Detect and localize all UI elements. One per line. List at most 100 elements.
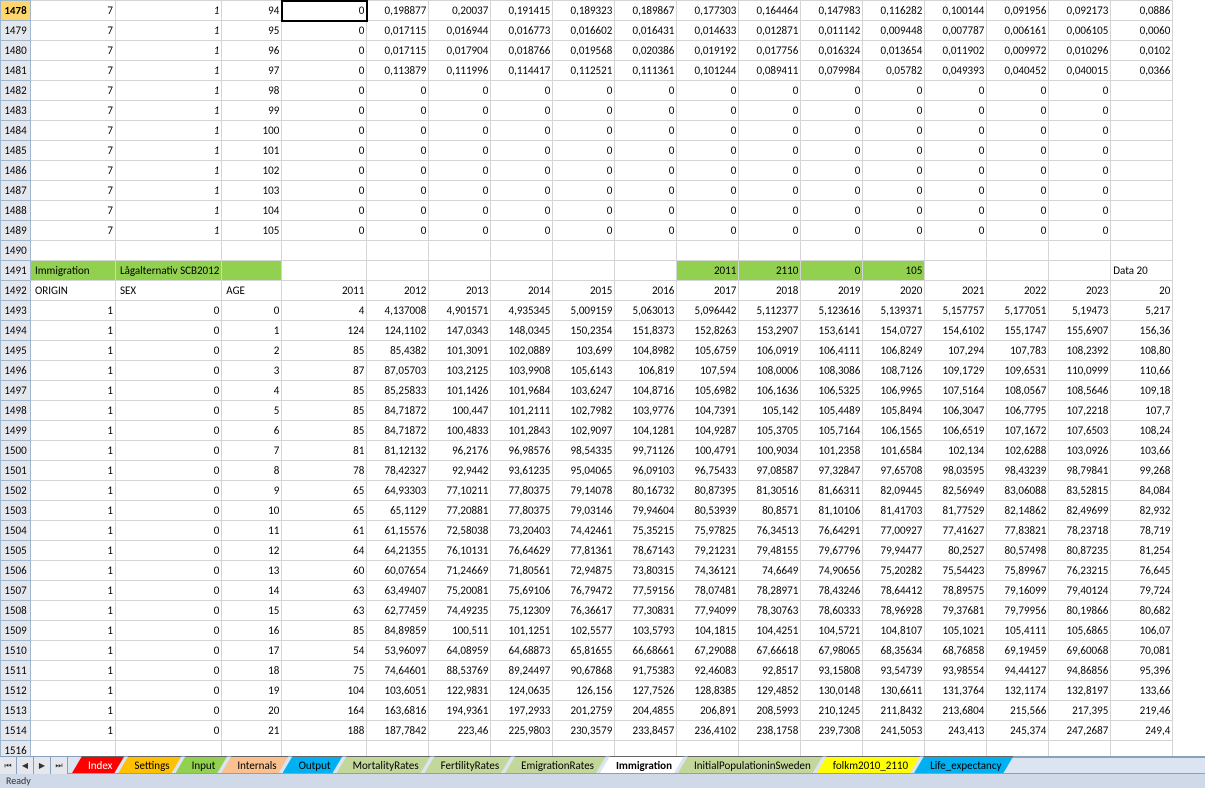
cell[interactable]: 197,2933 [491,701,553,721]
cell[interactable]: 107,594 [677,361,739,381]
cell[interactable]: 85 [282,341,367,361]
cell[interactable]: 0,006161 [987,21,1049,41]
cell[interactable]: 0 [429,121,491,141]
cell[interactable]: 100,4833 [429,421,491,441]
cell[interactable]: 1 [31,601,116,621]
cell[interactable]: 105 [863,261,925,281]
cell[interactable]: 0 [429,101,491,121]
cell[interactable]: 65 [282,501,367,521]
cell[interactable]: 95,396 [1111,661,1173,681]
cell[interactable]: 0 [367,201,429,221]
sheet-tab-emigrationrates[interactable]: EmigrationRates [505,756,606,773]
cell[interactable]: 0 [491,161,553,181]
cell[interactable]: 104 [222,201,282,221]
sheet-tab-life_expectancy[interactable]: Life_expectancy [914,756,1013,773]
row-header[interactable]: 1506 [1,561,31,581]
cell[interactable]: 124,0635 [491,681,553,701]
cell[interactable]: 80,53939 [677,501,739,521]
cell[interactable]: 0,006105 [1049,21,1111,41]
cell[interactable]: 78,67143 [615,541,677,561]
cell[interactable]: 0 [553,81,615,101]
cell[interactable]: 9 [222,481,282,501]
cell[interactable]: 187,7842 [367,721,429,741]
cell[interactable]: 104,1815 [677,621,739,641]
cell[interactable]: Immigration [31,261,116,281]
cell[interactable]: 12 [222,541,282,561]
cell[interactable]: 0 [282,161,367,181]
cell[interactable]: 0,009448 [863,21,925,41]
cell[interactable]: 103,2125 [429,361,491,381]
cell[interactable]: 0,018766 [491,41,553,61]
cell[interactable]: 0,013654 [863,41,925,61]
cell[interactable]: 79,79956 [987,601,1049,621]
cell[interactable]: 0,113879 [367,61,429,81]
row-header[interactable]: 1485 [1,141,31,161]
cell[interactable]: 105,6982 [677,381,739,401]
cell[interactable]: 83,06088 [987,481,1049,501]
cell[interactable]: 80,682 [1111,601,1173,621]
nav-next-icon[interactable]: ▶ [34,757,51,775]
cell[interactable]: 0 [801,81,863,101]
cell[interactable] [987,741,1049,757]
cell[interactable]: 0 [116,561,222,581]
cell[interactable]: 5,157757 [925,301,987,321]
cell[interactable]: 98,54335 [553,441,615,461]
cell[interactable]: 21 [222,721,282,741]
cell[interactable]: 108,24 [1111,421,1173,441]
cell[interactable]: 77,94099 [677,601,739,621]
cell[interactable]: 150,2354 [553,321,615,341]
cell[interactable]: 133,66 [1111,681,1173,701]
cell[interactable]: 109,6531 [987,361,1049,381]
cell[interactable]: 0,017115 [367,21,429,41]
cell[interactable]: 73,80315 [615,561,677,581]
cell[interactable]: 0 [615,121,677,141]
cell[interactable]: 1 [31,521,116,541]
nav-prev-icon[interactable]: ◀ [17,757,34,775]
cell[interactable]: 105,4111 [987,621,1049,641]
sheet-tab-immigration[interactable]: Immigration [600,756,684,773]
cell[interactable]: 233,8457 [615,721,677,741]
cell[interactable]: 2016 [615,281,677,301]
cell[interactable]: 1 [116,61,222,81]
cell[interactable]: 201,2759 [553,701,615,721]
cell[interactable]: 1 [31,641,116,661]
cell[interactable]: 0 [1049,121,1111,141]
cell[interactable] [222,741,282,757]
cell[interactable]: 93,54739 [863,661,925,681]
cell[interactable]: 0,0366 [1111,61,1173,81]
cell[interactable]: 104 [282,681,367,701]
cell[interactable]: 7 [31,161,116,181]
cell[interactable]: 0 [615,221,677,241]
cell[interactable]: 67,66618 [739,641,801,661]
cell[interactable]: 72,58038 [429,521,491,541]
row-header[interactable]: 1487 [1,181,31,201]
cell[interactable]: 0 [677,101,739,121]
cell[interactable]: 77,41627 [925,521,987,541]
cell[interactable]: 1 [31,361,116,381]
cell[interactable]: 122,9831 [429,681,491,701]
cell[interactable]: 18 [222,661,282,681]
cell[interactable]: 4,137008 [367,301,429,321]
sheet-tab-mortalityrates[interactable]: MortalityRates [337,756,431,773]
cell[interactable]: 0 [801,221,863,241]
cell[interactable]: 4 [282,301,367,321]
row-header[interactable]: 1486 [1,161,31,181]
cell[interactable]: 95,04065 [553,461,615,481]
cell[interactable]: 103,5793 [615,621,677,641]
cell[interactable]: 0 [553,181,615,201]
cell[interactable]: 1 [31,341,116,361]
cell[interactable]: 85 [282,381,367,401]
cell[interactable]: 76,79472 [553,581,615,601]
cell[interactable]: 84,084 [1111,481,1173,501]
sheet-tab-settings[interactable]: Settings [118,756,181,773]
cell[interactable]: 79,14078 [553,481,615,501]
cell[interactable]: 0 [491,101,553,121]
cell[interactable]: 82,49699 [1049,501,1111,521]
cell[interactable]: 194,9361 [429,701,491,721]
cell[interactable]: 0 [615,161,677,181]
cell[interactable]: 109,18 [1111,381,1173,401]
cell[interactable]: 75,89967 [987,561,1049,581]
cell[interactable]: 17 [222,641,282,661]
cell[interactable]: 0,049393 [925,61,987,81]
cell[interactable]: 0 [1049,201,1111,221]
